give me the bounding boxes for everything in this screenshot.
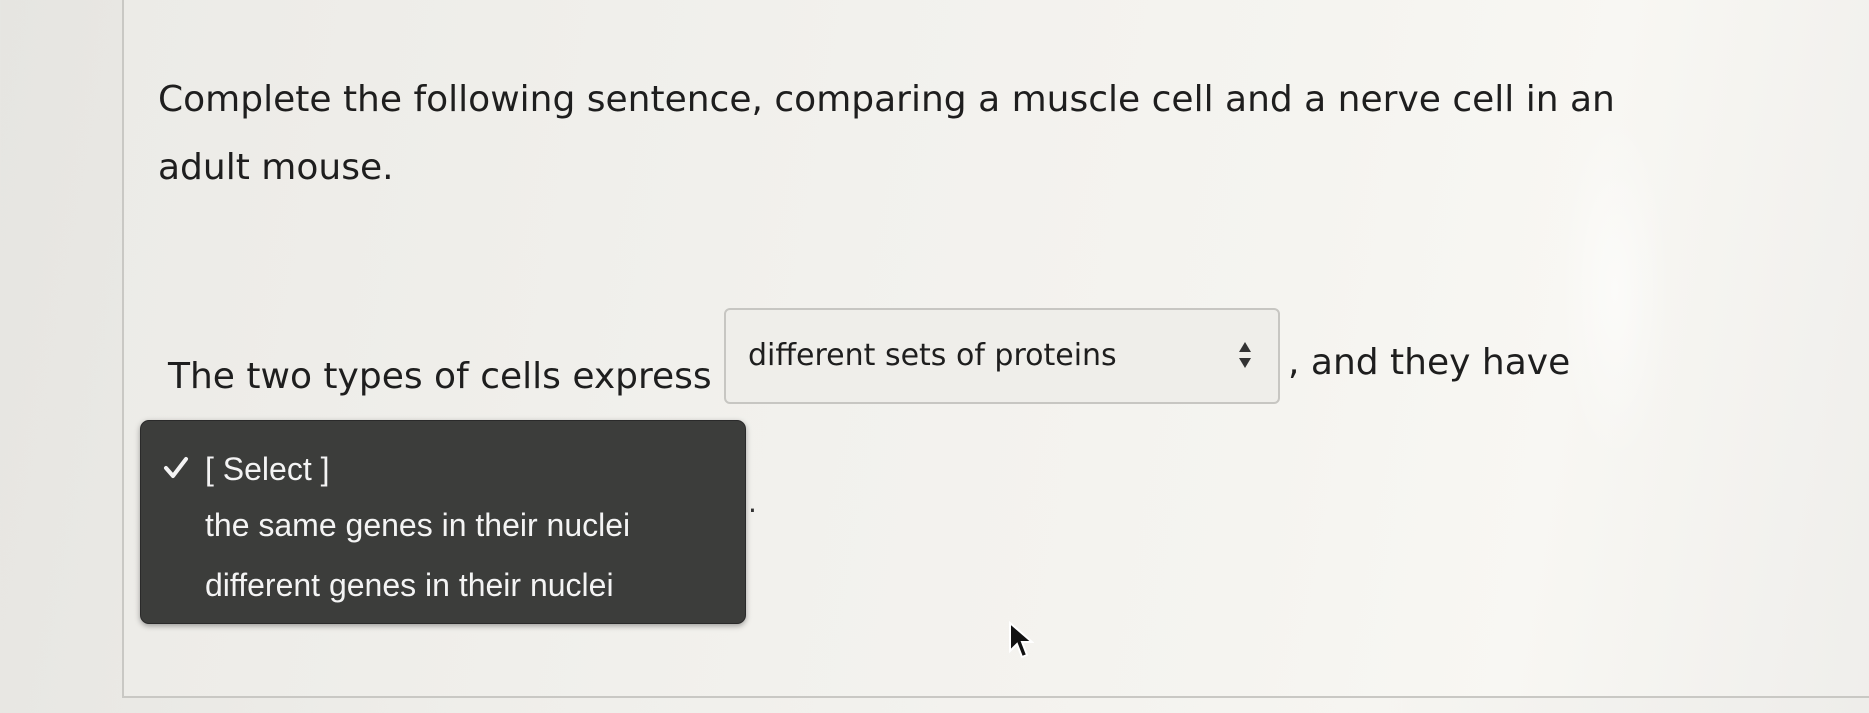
- up-down-arrows-icon: [1239, 342, 1251, 368]
- answer-select-2-dropdown[interactable]: [ Select ] the same genes in their nucle…: [140, 420, 746, 624]
- sentence-part-2: , and they have: [1288, 342, 1571, 383]
- sentence-part-1: The two types of cells express: [168, 356, 712, 397]
- dropdown-option-different-genes[interactable]: different genes in their nuclei: [205, 567, 614, 604]
- checkmark-icon: [164, 457, 188, 478]
- dropdown-option-select[interactable]: [ Select ]: [205, 451, 330, 488]
- dropdown-option-same-genes[interactable]: the same genes in their nuclei: [205, 507, 630, 544]
- question-text: Complete the following sentence, compari…: [158, 79, 1615, 188]
- mouse-pointer-icon: [1009, 621, 1034, 659]
- answer-select-1-value: different sets of proteins: [748, 338, 1117, 373]
- answer-select-1[interactable]: different sets of proteins: [724, 308, 1280, 404]
- sentence-end-period: .: [748, 486, 757, 519]
